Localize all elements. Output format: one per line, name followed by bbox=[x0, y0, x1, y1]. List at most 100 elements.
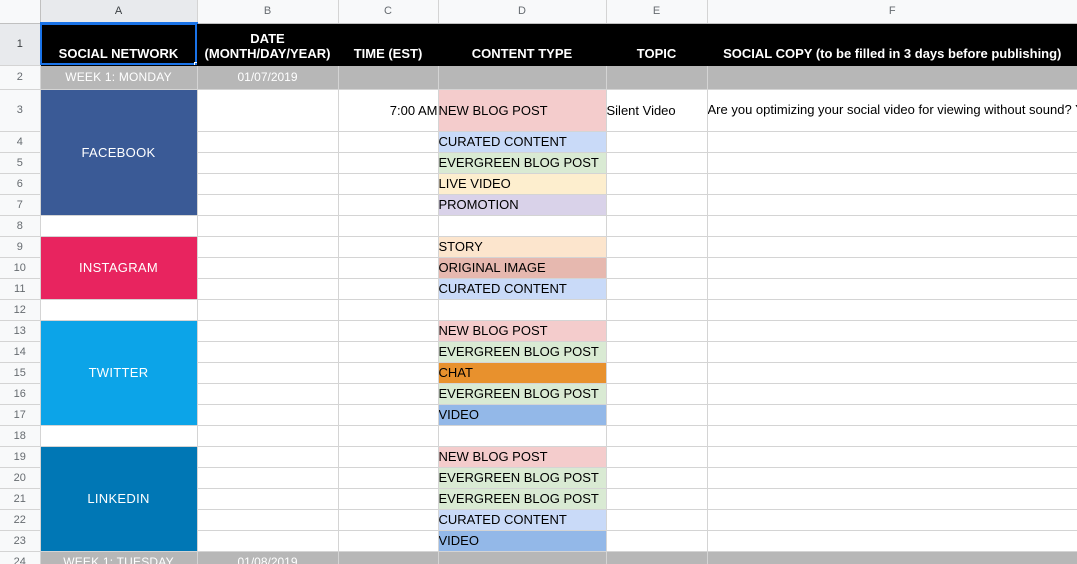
network-cell-linkedin[interactable]: LINKEDIN bbox=[40, 446, 198, 552]
date-cell-r4[interactable] bbox=[197, 131, 339, 153]
date-cell-r3[interactable] bbox=[197, 89, 339, 132]
row-header-17[interactable]: 17 bbox=[0, 404, 41, 426]
time-cell-r15[interactable] bbox=[338, 362, 439, 384]
header-social-network[interactable]: SOCIAL NETWORK bbox=[40, 23, 198, 66]
date-cell-r8[interactable] bbox=[197, 215, 339, 237]
topic-cell-r19[interactable] bbox=[606, 446, 708, 468]
time-cell-r17[interactable] bbox=[338, 404, 439, 426]
week-label-tuesday[interactable]: WEEK 1: TUESDAY bbox=[40, 551, 198, 564]
content-type-cell-r16[interactable]: EVERGREEN BLOG POST bbox=[438, 383, 607, 405]
row-header-12[interactable]: 12 bbox=[0, 299, 41, 321]
time-cell-r21[interactable] bbox=[338, 488, 439, 510]
content-type-cell-r10[interactable]: ORIGINAL IMAGE bbox=[438, 257, 607, 279]
social-copy-cell-r15[interactable] bbox=[707, 362, 1077, 384]
date-cell-r22[interactable] bbox=[197, 509, 339, 531]
topic-cell-r11[interactable] bbox=[606, 278, 708, 300]
row-header-4[interactable]: 4 bbox=[0, 131, 41, 153]
social-copy-cell-r20[interactable] bbox=[707, 467, 1077, 489]
week-label-monday[interactable]: WEEK 1: MONDAY bbox=[40, 65, 198, 90]
time-cell-r20[interactable] bbox=[338, 467, 439, 489]
social-copy-cell-r13[interactable] bbox=[707, 320, 1077, 342]
row-header-1[interactable]: 1 bbox=[0, 23, 41, 66]
topic-cell-r15[interactable] bbox=[606, 362, 708, 384]
social-copy-cell-r4[interactable] bbox=[707, 131, 1077, 153]
header-time[interactable]: TIME (EST) bbox=[338, 23, 439, 66]
content-type-cell-r19[interactable]: NEW BLOG POST bbox=[438, 446, 607, 468]
row-header-24[interactable]: 24 bbox=[0, 551, 41, 564]
social-copy-cell-r3[interactable]: Are you optimizing your social video for… bbox=[707, 89, 1077, 132]
column-header-e[interactable]: E bbox=[606, 0, 708, 24]
network-cell-r18[interactable] bbox=[40, 425, 198, 447]
row-header-23[interactable]: 23 bbox=[0, 530, 41, 552]
topic-cell-r23[interactable] bbox=[606, 530, 708, 552]
column-header-b[interactable]: B bbox=[197, 0, 339, 24]
row-header-8[interactable]: 8 bbox=[0, 215, 41, 237]
week-fill-f-2[interactable] bbox=[707, 551, 1077, 564]
week-fill-d[interactable] bbox=[438, 65, 607, 90]
content-type-cell-r4[interactable]: CURATED CONTENT bbox=[438, 131, 607, 153]
content-type-cell-r18[interactable] bbox=[438, 425, 607, 447]
social-copy-cell-r14[interactable] bbox=[707, 341, 1077, 363]
date-cell-r16[interactable] bbox=[197, 383, 339, 405]
network-cell-r12[interactable] bbox=[40, 299, 198, 321]
row-header-2[interactable]: 2 bbox=[0, 65, 41, 90]
topic-cell-r13[interactable] bbox=[606, 320, 708, 342]
selection-drag-handle[interactable] bbox=[193, 61, 196, 64]
row-header-16[interactable]: 16 bbox=[0, 383, 41, 405]
topic-cell-r4[interactable] bbox=[606, 131, 708, 153]
network-cell-facebook[interactable]: FACEBOOK bbox=[40, 89, 198, 216]
date-cell-r6[interactable] bbox=[197, 173, 339, 195]
content-type-cell-r13[interactable]: NEW BLOG POST bbox=[438, 320, 607, 342]
content-type-cell-r11[interactable]: CURATED CONTENT bbox=[438, 278, 607, 300]
content-type-cell-r7[interactable]: PROMOTION bbox=[438, 194, 607, 216]
time-cell-r10[interactable] bbox=[338, 257, 439, 279]
social-copy-cell-r5[interactable] bbox=[707, 152, 1077, 174]
row-header-9[interactable]: 9 bbox=[0, 236, 41, 258]
row-header-7[interactable]: 7 bbox=[0, 194, 41, 216]
date-cell-r21[interactable] bbox=[197, 488, 339, 510]
time-cell-r14[interactable] bbox=[338, 341, 439, 363]
topic-cell-r8[interactable] bbox=[606, 215, 708, 237]
time-cell-r18[interactable] bbox=[338, 425, 439, 447]
date-cell-r19[interactable] bbox=[197, 446, 339, 468]
time-cell-r19[interactable] bbox=[338, 446, 439, 468]
date-cell-r12[interactable] bbox=[197, 299, 339, 321]
time-cell-r4[interactable] bbox=[338, 131, 439, 153]
content-type-cell-r12[interactable] bbox=[438, 299, 607, 321]
date-cell-r10[interactable] bbox=[197, 257, 339, 279]
header-content-type[interactable]: CONTENT TYPE bbox=[438, 23, 607, 66]
date-cell-r23[interactable] bbox=[197, 530, 339, 552]
row-header-18[interactable]: 18 bbox=[0, 425, 41, 447]
content-type-cell-r9[interactable]: STORY bbox=[438, 236, 607, 258]
row-header-10[interactable]: 10 bbox=[0, 257, 41, 279]
topic-cell-r3[interactable]: Silent Video bbox=[606, 89, 708, 132]
row-header-6[interactable]: 6 bbox=[0, 173, 41, 195]
content-type-cell-r15[interactable]: CHAT bbox=[438, 362, 607, 384]
social-copy-cell-r23[interactable] bbox=[707, 530, 1077, 552]
social-copy-cell-r17[interactable] bbox=[707, 404, 1077, 426]
header-topic[interactable]: TOPIC bbox=[606, 23, 708, 66]
row-header-22[interactable]: 22 bbox=[0, 509, 41, 531]
content-type-cell-r22[interactable]: CURATED CONTENT bbox=[438, 509, 607, 531]
time-cell-r23[interactable] bbox=[338, 530, 439, 552]
network-cell-instagram[interactable]: INSTAGRAM bbox=[40, 236, 198, 300]
topic-cell-r12[interactable] bbox=[606, 299, 708, 321]
week-fill-e[interactable] bbox=[606, 65, 708, 90]
date-cell-r17[interactable] bbox=[197, 404, 339, 426]
column-header-d[interactable]: D bbox=[438, 0, 607, 24]
row-header-13[interactable]: 13 bbox=[0, 320, 41, 342]
social-copy-cell-r18[interactable] bbox=[707, 425, 1077, 447]
date-cell-r20[interactable] bbox=[197, 467, 339, 489]
row-header-11[interactable]: 11 bbox=[0, 278, 41, 300]
topic-cell-r22[interactable] bbox=[606, 509, 708, 531]
row-header-5[interactable]: 5 bbox=[0, 152, 41, 174]
spreadsheet-grid[interactable]: A B C D E F 1 SOCIAL NETWORK DATE (MONTH… bbox=[0, 0, 1077, 564]
social-copy-cell-r19[interactable] bbox=[707, 446, 1077, 468]
date-cell-r15[interactable] bbox=[197, 362, 339, 384]
row-header-14[interactable]: 14 bbox=[0, 341, 41, 363]
social-copy-cell-r8[interactable] bbox=[707, 215, 1077, 237]
social-copy-cell-r22[interactable] bbox=[707, 509, 1077, 531]
select-all-corner[interactable] bbox=[0, 0, 41, 24]
topic-cell-r14[interactable] bbox=[606, 341, 708, 363]
time-cell-r12[interactable] bbox=[338, 299, 439, 321]
